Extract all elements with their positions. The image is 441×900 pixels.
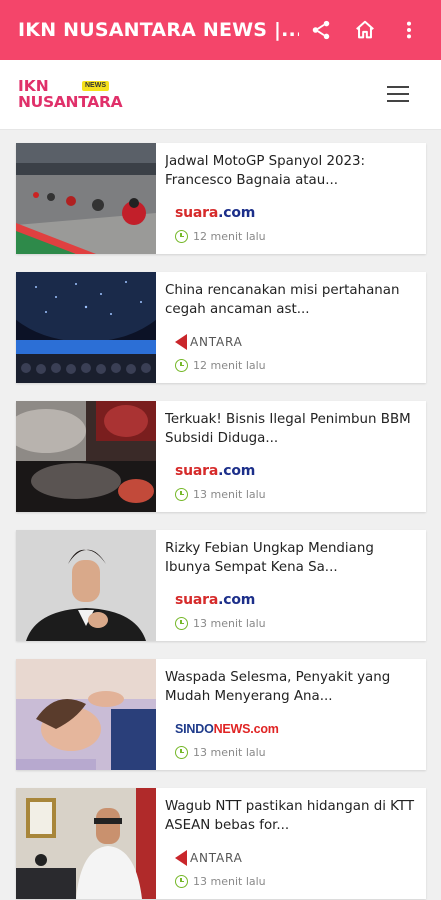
article-feed: Jadwal MotoGP Spanyol 2023: Francesco Ba… <box>16 143 426 900</box>
source-logo: ANTARA <box>165 331 418 353</box>
app-bar: IKN NUSANTARA NEWS |... <box>0 0 441 60</box>
article-card[interactable]: China rencanakan misi pertahanan cegah a… <box>16 272 426 383</box>
article-thumbnail <box>16 788 156 899</box>
article-card[interactable]: Waspada Selesma, Penyakit yang Mudah Men… <box>16 659 426 770</box>
article-title[interactable]: China rencanakan misi pertahanan cegah a… <box>165 281 418 319</box>
article-card[interactable]: Terkuak! Bisnis Ilegal Penimbun BBM Subs… <box>16 401 426 512</box>
hamburger-menu-icon[interactable] <box>387 80 415 108</box>
home-button[interactable] <box>343 8 387 52</box>
app-title: IKN NUSANTARA NEWS |... <box>18 19 299 41</box>
article-title[interactable]: Jadwal MotoGP Spanyol 2023: Francesco Ba… <box>165 152 418 190</box>
logo-text-line2: NUSANTARA <box>18 93 123 111</box>
source-logo: SINDONEWS.com <box>175 722 279 736</box>
clock-icon <box>175 617 188 630</box>
article-time: 13 menit lalu <box>165 746 418 759</box>
article-title[interactable]: Waspada Selesma, Penyakit yang Mudah Men… <box>165 668 418 706</box>
article-card[interactable]: Jadwal MotoGP Spanyol 2023: Francesco Ba… <box>16 143 426 254</box>
clock-icon <box>175 875 188 888</box>
article-time: 13 menit lalu <box>165 875 418 888</box>
source-logo: suara.com <box>175 205 256 221</box>
article-time: 13 menit lalu <box>165 617 418 630</box>
clock-icon <box>175 746 188 759</box>
source-logo: suara.com <box>175 592 256 608</box>
more-vert-icon <box>406 21 412 39</box>
article-thumbnail <box>16 530 156 641</box>
article-time: 12 menit lalu <box>165 230 418 243</box>
logo-badge: NEWS <box>82 81 109 91</box>
site-logo[interactable]: IKN NEWS NUSANTARA <box>18 78 128 118</box>
antara-logo-icon <box>175 850 187 866</box>
logo-text-line1: IKN <box>18 77 49 95</box>
article-thumbnail <box>16 272 156 383</box>
article-title[interactable]: Rizky Febian Ungkap Mendiang Ibunya Semp… <box>165 539 418 577</box>
antara-logo-icon <box>175 334 187 350</box>
article-thumbnail <box>16 401 156 512</box>
article-card[interactable]: Rizky Febian Ungkap Mendiang Ibunya Semp… <box>16 530 426 641</box>
article-title[interactable]: Terkuak! Bisnis Ilegal Penimbun BBM Subs… <box>165 410 418 448</box>
article-title[interactable]: Wagub NTT pastikan hidangan di KTT ASEAN… <box>165 797 418 835</box>
article-thumbnail <box>16 143 156 254</box>
share-icon <box>312 20 330 40</box>
article-card[interactable]: Wagub NTT pastikan hidangan di KTT ASEAN… <box>16 788 426 899</box>
share-button[interactable] <box>299 8 343 52</box>
clock-icon <box>175 488 188 501</box>
article-time: 12 menit lalu <box>165 359 418 372</box>
site-header: IKN NEWS NUSANTARA <box>0 60 441 130</box>
clock-icon <box>175 359 188 372</box>
article-thumbnail <box>16 659 156 770</box>
home-icon <box>356 20 374 39</box>
article-time: 13 menit lalu <box>165 488 418 501</box>
clock-icon <box>175 230 188 243</box>
source-logo: ANTARA <box>165 847 418 869</box>
source-logo: suara.com <box>175 463 256 479</box>
overflow-menu-button[interactable] <box>387 8 431 52</box>
